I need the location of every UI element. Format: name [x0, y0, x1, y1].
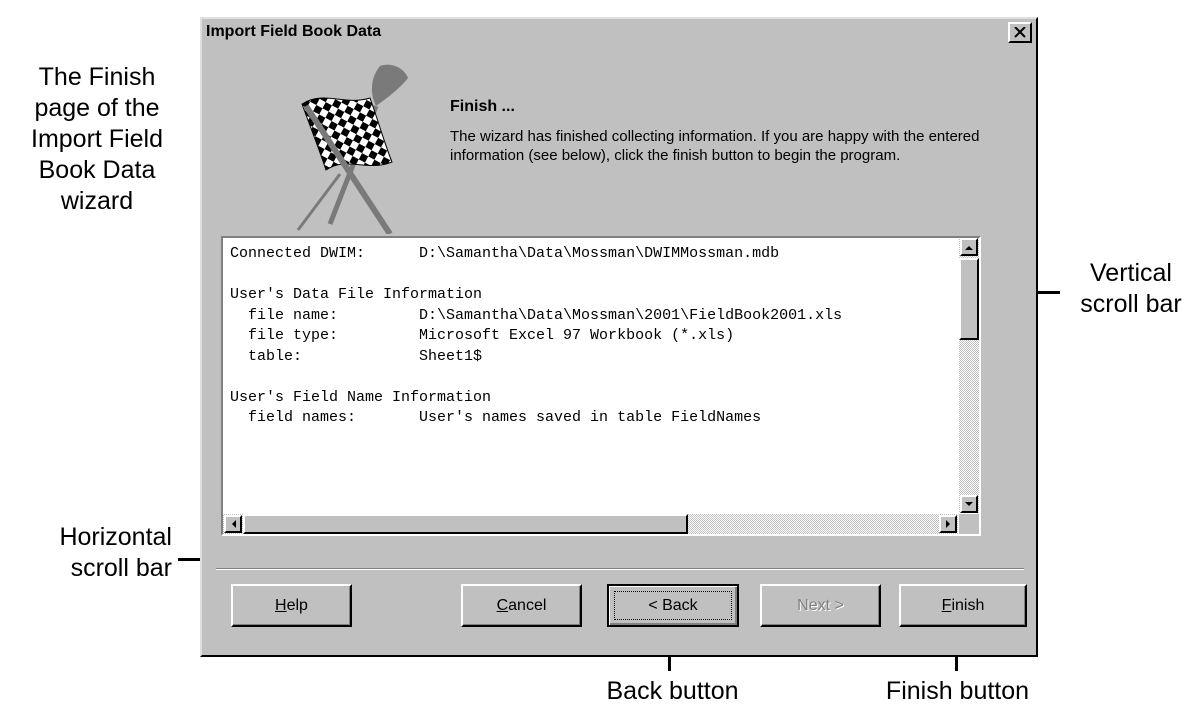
- close-button[interactable]: [1008, 22, 1032, 43]
- annotation-line: Horizontal: [59, 523, 172, 551]
- window-title: Import Field Book Data: [206, 23, 382, 40]
- scroll-left-button[interactable]: [224, 515, 242, 533]
- annotation-back-button: Back button: [606, 677, 739, 705]
- scroll-down-button[interactable]: [960, 495, 978, 513]
- annotation-line: page of the: [34, 94, 160, 122]
- annotation-line: wizard: [60, 187, 134, 215]
- summary-text: Connected DWIM: D:\Samantha\Data\Mossman…: [223, 238, 958, 429]
- summary-line: table: Sheet1$: [230, 347, 483, 365]
- summary-text-viewport: Connected DWIM: D:\Samantha\Data\Mossman…: [223, 238, 958, 513]
- annotation-line: The Finish: [38, 63, 156, 91]
- annotation-horizontal-scroll-bar: Horizontal scroll bar: [0, 522, 172, 584]
- annotation-line: scroll bar: [70, 554, 172, 582]
- help-button[interactable]: Help: [231, 584, 352, 627]
- arrow-left-icon: [231, 520, 236, 528]
- summary-line: Connected DWIM: D:\Samantha\Data\Mossman…: [230, 245, 780, 262]
- checkered-flag-icon: [296, 64, 408, 234]
- next-button[interactable]: Next >: [760, 584, 881, 627]
- annotation-vertical-scroll-bar: Vertical scroll bar: [1066, 258, 1196, 320]
- annotation-line: Vertical: [1090, 259, 1172, 287]
- arrow-up-icon: [965, 245, 973, 250]
- close-x-icon: [1014, 27, 1026, 38]
- summary-text-box[interactable]: Connected DWIM: D:\Samantha\Data\Mossman…: [221, 236, 981, 536]
- arrow-down-icon: [965, 501, 973, 506]
- cancel-button[interactable]: Cancel: [461, 584, 582, 627]
- finish-button[interactable]: Finish: [899, 584, 1027, 627]
- summary-line: file type: Microsoft Excel 97 Workbook (…: [230, 327, 735, 344]
- annotation-finish-button: Finish button: [885, 677, 1030, 705]
- page-description: The wizard has finished collecting infor…: [450, 128, 980, 164]
- annotation-line: Book Data: [38, 156, 156, 184]
- annotation-finish-page: The Finish page of the Import Field Book…: [0, 62, 194, 217]
- scrollbar-corner: [959, 514, 979, 534]
- horizontal-scrollbar[interactable]: [223, 514, 958, 534]
- scroll-right-button[interactable]: [939, 515, 957, 533]
- annotation-line: Import Field: [31, 125, 163, 153]
- help-button-label: Help: [275, 596, 308, 614]
- arrow-right-icon: [945, 520, 950, 528]
- finish-button-label: Finish: [941, 596, 985, 614]
- scroll-up-button[interactable]: [960, 238, 978, 256]
- summary-line: field names: User's names saved in table…: [230, 409, 762, 426]
- summary-line: User's Field Name Information: [230, 388, 492, 406]
- annotation-line: scroll bar: [1080, 290, 1182, 318]
- summary-line: file name: D:\Samantha\Data\Mossman\2001…: [230, 306, 843, 324]
- next-button-label: Next >: [797, 596, 844, 614]
- page-heading: Finish ...: [450, 98, 515, 115]
- horizontal-scroll-thumb[interactable]: [243, 514, 688, 534]
- summary-line: User's Data File Information: [230, 286, 483, 303]
- title-bar[interactable]: Import Field Book Data: [202, 19, 1036, 47]
- button-separator: [216, 568, 1024, 570]
- back-button[interactable]: < Back: [607, 584, 739, 627]
- cancel-button-label: Cancel: [496, 596, 547, 614]
- focus-rectangle: [614, 591, 732, 620]
- vertical-scrollbar[interactable]: [959, 238, 979, 513]
- vertical-scroll-thumb[interactable]: [959, 258, 979, 340]
- import-field-book-dialog: Import Field Book Data Finish ... The wi…: [200, 17, 1038, 657]
